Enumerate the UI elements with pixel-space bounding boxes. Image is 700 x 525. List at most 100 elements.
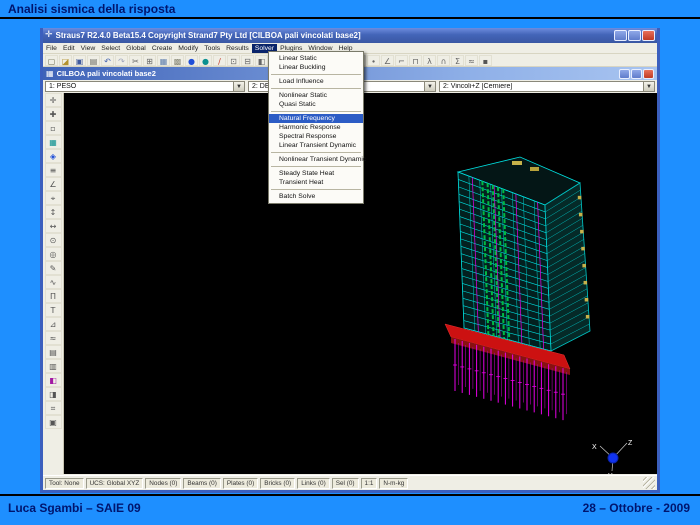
toolbar-icon[interactable]: ≈	[45, 331, 62, 345]
restore-button[interactable]	[631, 69, 642, 79]
chevron-down-icon[interactable]: ▼	[424, 82, 435, 91]
menu-item[interactable]: Tools	[201, 44, 223, 53]
resize-grip[interactable]	[643, 477, 655, 489]
solver-dropdown-menu: Linear StaticLinear Buckling Load Influen…	[268, 51, 364, 204]
toolbar-icon[interactable]: ▣	[45, 415, 62, 429]
solver-menu-item	[271, 166, 361, 167]
toolbar-icon[interactable]: λ	[423, 55, 436, 66]
status-cell: UCS: Global XYZ	[86, 478, 144, 489]
solver-menu-item[interactable]: Spectral Response	[269, 132, 363, 141]
toolbar-icon[interactable]: T	[45, 303, 62, 317]
menu-item[interactable]: File	[43, 44, 60, 53]
solver-menu-item[interactable]: Quasi Static	[269, 100, 363, 109]
solver-menu-item[interactable]: Natural Frequency	[269, 114, 363, 123]
toolbar-icon[interactable]: ∩	[437, 55, 450, 66]
app-logo-icon: ✛	[45, 31, 53, 40]
toolbar-icon[interactable]: Σ	[451, 55, 464, 66]
chevron-down-icon[interactable]: ▼	[233, 82, 244, 91]
axis-x-label: X	[592, 444, 597, 451]
solver-menu-item[interactable]: Harmonic Response	[269, 123, 363, 132]
toolbar-icon[interactable]: ◨	[45, 387, 62, 401]
toolbar-icon[interactable]: ▤	[87, 55, 100, 66]
status-cell: Sel (0)	[332, 478, 359, 489]
toolbar-icon[interactable]: ▣	[73, 55, 86, 66]
toolbar-icon[interactable]: ◈	[45, 149, 62, 163]
toolbar-icon[interactable]: ↔	[45, 219, 62, 233]
menu-item[interactable]: Global	[123, 44, 149, 53]
solver-menu-item[interactable]: Load Influence	[269, 77, 363, 86]
toolbar-icon[interactable]: ⊿	[45, 317, 62, 331]
toolbar-icon[interactable]: ∕	[213, 55, 226, 66]
solver-menu-item[interactable]: Linear Static	[269, 54, 363, 63]
window-title: Straus7 R2.4.0 Beta15.4 Copyright Strand…	[56, 31, 614, 40]
toolbar-icon[interactable]: ⊡	[227, 55, 240, 66]
toolbar-icon[interactable]: ⌐	[395, 55, 408, 66]
solver-menu-item[interactable]: Batch Solve	[269, 192, 363, 201]
close-button[interactable]	[643, 69, 654, 79]
case-combobox[interactable]: 2: Vincoli+Z [Cerniere] ▼	[439, 81, 655, 92]
menu-item[interactable]: Results	[223, 44, 252, 53]
toolbar-icon[interactable]: ▩	[171, 55, 184, 66]
toolbar-icon[interactable]: ⊟	[241, 55, 254, 66]
toolbar-icon[interactable]: ∠	[381, 55, 394, 66]
toolbar-icon[interactable]: ∿	[45, 275, 62, 289]
toolbar-icon[interactable]: ✚	[45, 107, 62, 121]
toolbar-icon[interactable]: ▪	[479, 55, 492, 66]
solver-menu-item[interactable]: Steady State Heat	[269, 169, 363, 178]
status-cell: Links (0)	[297, 478, 330, 489]
toolbar-icon[interactable]: ▦	[45, 135, 62, 149]
solver-menu-item[interactable]: Transient Heat	[269, 178, 363, 187]
toolbar-icon[interactable]: ▫	[45, 121, 62, 135]
restore-button[interactable]	[628, 30, 641, 41]
close-button[interactable]	[642, 30, 655, 41]
toolbar-icon[interactable]: ◪	[59, 55, 72, 66]
minimize-button[interactable]	[619, 69, 630, 79]
solver-menu-item	[271, 88, 361, 89]
toolbar-icon[interactable]: ▤	[45, 345, 62, 359]
status-bar: Tool: NoneUCS: Global XYZNodes (0)Beams …	[43, 475, 657, 490]
toolbar-icon[interactable]: ⊞	[143, 55, 156, 66]
toolbar-icon[interactable]: ✛	[45, 93, 62, 107]
solver-menu-item[interactable]: Linear Buckling	[269, 63, 363, 72]
toolbar-icon[interactable]: ⌗	[45, 401, 62, 415]
footer-divider	[0, 494, 700, 496]
toolbar-icon[interactable]: Π	[45, 289, 62, 303]
toolbar-icon[interactable]: ▥	[45, 359, 62, 373]
toolbar-icon[interactable]: ⊓	[409, 55, 422, 66]
toolbar-icon[interactable]: ↷	[115, 55, 128, 66]
title-divider	[0, 17, 700, 19]
toolbar-icon[interactable]: ✎	[45, 261, 62, 275]
menu-item[interactable]: Modify	[175, 44, 201, 53]
toolbar-icon[interactable]: ↕	[45, 205, 62, 219]
toolbar-icon[interactable]: ∠	[45, 177, 62, 191]
toolbar-icon[interactable]: ◎	[45, 247, 62, 261]
menu-item[interactable]: Select	[98, 44, 123, 53]
menu-item[interactable]: Edit	[60, 44, 78, 53]
toolbar-icon[interactable]: ≈	[465, 55, 478, 66]
toolbar-icon[interactable]: ⊙	[45, 233, 62, 247]
toolbar-icon[interactable]: ◧	[45, 373, 62, 387]
toolbar-icon[interactable]: ∙	[367, 55, 380, 66]
window-controls	[614, 30, 655, 41]
toolbar-icon[interactable]: ▦	[157, 55, 170, 66]
minimize-button[interactable]	[614, 30, 627, 41]
toolbar-icon[interactable]: ✂	[129, 55, 142, 66]
toolbar-icon[interactable]: ↶	[101, 55, 114, 66]
menu-item[interactable]: Create	[149, 44, 175, 53]
case-combobox[interactable]: 1: PESO ▼	[45, 81, 245, 92]
toolbar-icon[interactable]: ▢	[45, 55, 58, 66]
solver-menu-item[interactable]: Linear Transient Dynamic	[269, 141, 363, 150]
solver-menu-item[interactable]: Nonlinear Transient Dynamic	[269, 155, 363, 164]
axis-triad: X Z Y	[592, 440, 633, 474]
solver-menu-item	[271, 111, 361, 112]
chevron-down-icon[interactable]: ▼	[643, 82, 654, 91]
menu-item[interactable]: View	[78, 44, 99, 53]
toolbar-icon[interactable]: ●	[199, 55, 212, 66]
toolbar-icon[interactable]: ●	[185, 55, 198, 66]
toolbar-icon[interactable]: ⌖	[45, 191, 62, 205]
solver-menu-item	[271, 152, 361, 153]
toolbar-icon[interactable]: ≡	[45, 163, 62, 177]
solver-menu-item[interactable]: Nonlinear Static	[269, 91, 363, 100]
toolbar-icon[interactable]: ◧	[255, 55, 268, 66]
axis-z-label: Z	[628, 440, 633, 447]
